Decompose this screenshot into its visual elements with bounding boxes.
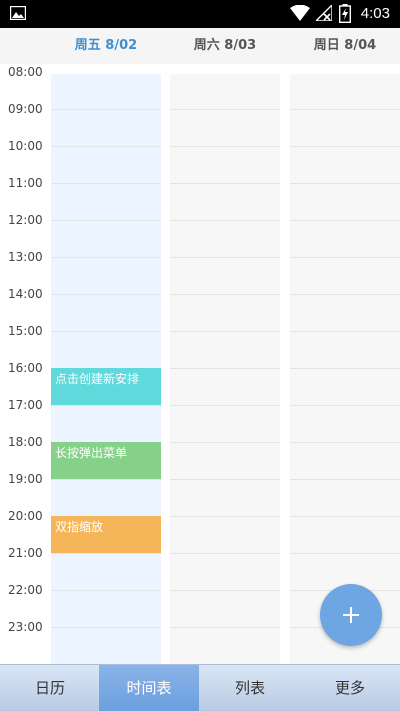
day-header-1[interactable]: 周六 8/03: [170, 28, 280, 64]
tab-timetable[interactable]: 时间表: [99, 665, 199, 711]
hour-label: 08:00: [8, 65, 43, 79]
day-header-2[interactable]: 周日 8/04: [290, 28, 400, 64]
hour-line: [290, 442, 400, 443]
day-header-0[interactable]: 周五 8/02: [51, 28, 161, 64]
hour-line: [51, 479, 161, 480]
event-block[interactable]: 长按弹出菜单: [51, 442, 161, 479]
hour-label: 17:00: [8, 398, 43, 412]
hour-label: 12:00: [8, 213, 43, 227]
hour-line: [290, 553, 400, 554]
hour-line: [290, 146, 400, 147]
tab-list[interactable]: 列表: [200, 665, 300, 711]
hour-label: 16:00: [8, 361, 43, 375]
day-header: 周五 8/02 周六 8/03 周日 8/04: [0, 28, 400, 64]
hour-line: [51, 294, 161, 295]
hour-label: 15:00: [8, 324, 43, 338]
status-time: 4:03: [360, 5, 390, 22]
wifi-icon: [290, 5, 310, 21]
hour-label: 21:00: [8, 546, 43, 560]
day-column-2[interactable]: [290, 74, 400, 664]
hour-line: [170, 257, 280, 258]
hour-line: [51, 553, 161, 554]
hour-line: [290, 405, 400, 406]
hour-label: 14:00: [8, 287, 43, 301]
hour-label: 19:00: [8, 472, 43, 486]
hour-line: [290, 516, 400, 517]
hour-line: [170, 368, 280, 369]
hour-line: [290, 183, 400, 184]
hour-label: 20:00: [8, 509, 43, 523]
bottom-nav: 日历 时间表 列表 更多: [0, 664, 400, 711]
hour-line: [51, 405, 161, 406]
status-bar: 4:03: [0, 0, 400, 28]
image-icon: [10, 6, 26, 20]
hour-line: [170, 479, 280, 480]
hour-line: [170, 294, 280, 295]
hour-line: [51, 183, 161, 184]
hour-label: 09:00: [8, 102, 43, 116]
hour-line: [51, 146, 161, 147]
hour-line: [170, 553, 280, 554]
hour-label: 18:00: [8, 435, 43, 449]
hour-line: [51, 590, 161, 591]
event-block[interactable]: 双指缩放: [51, 516, 161, 553]
hour-line: [51, 109, 161, 110]
tab-calendar[interactable]: 日历: [0, 665, 100, 711]
hour-line: [290, 331, 400, 332]
hour-line: [170, 331, 280, 332]
hour-line: [51, 220, 161, 221]
day-column-1[interactable]: [170, 74, 280, 664]
hour-line: [170, 183, 280, 184]
hour-line: [51, 331, 161, 332]
event-block[interactable]: 点击创建新安排: [51, 368, 161, 405]
hour-line: [290, 257, 400, 258]
hour-line: [51, 257, 161, 258]
hour-line: [170, 590, 280, 591]
hour-line: [170, 627, 280, 628]
hour-label: 13:00: [8, 250, 43, 264]
hour-line: [290, 220, 400, 221]
add-schedule-button[interactable]: [320, 584, 382, 646]
timeline-grid[interactable]: 08:00 09:00 10:00 11:00 12:00 13:00 14:00 15:00…: [0, 64, 400, 664]
hour-line: [170, 220, 280, 221]
hour-line: [170, 405, 280, 406]
hour-label: 22:00: [8, 583, 43, 597]
hour-label: 11:00: [8, 176, 43, 190]
hour-line: [170, 109, 280, 110]
hour-line: [51, 627, 161, 628]
hour-line: [290, 294, 400, 295]
plus-icon: [343, 607, 359, 623]
hour-label: 10:00: [8, 139, 43, 153]
hour-label: 23:00: [8, 620, 43, 634]
hour-line: [170, 442, 280, 443]
battery-charging-icon: [339, 4, 351, 23]
hour-line: [290, 368, 400, 369]
signal-off-icon: [316, 5, 332, 21]
hour-line: [170, 146, 280, 147]
hour-line: [290, 479, 400, 480]
hour-line: [290, 109, 400, 110]
tab-more[interactable]: 更多: [300, 665, 400, 711]
hour-line: [170, 516, 280, 517]
